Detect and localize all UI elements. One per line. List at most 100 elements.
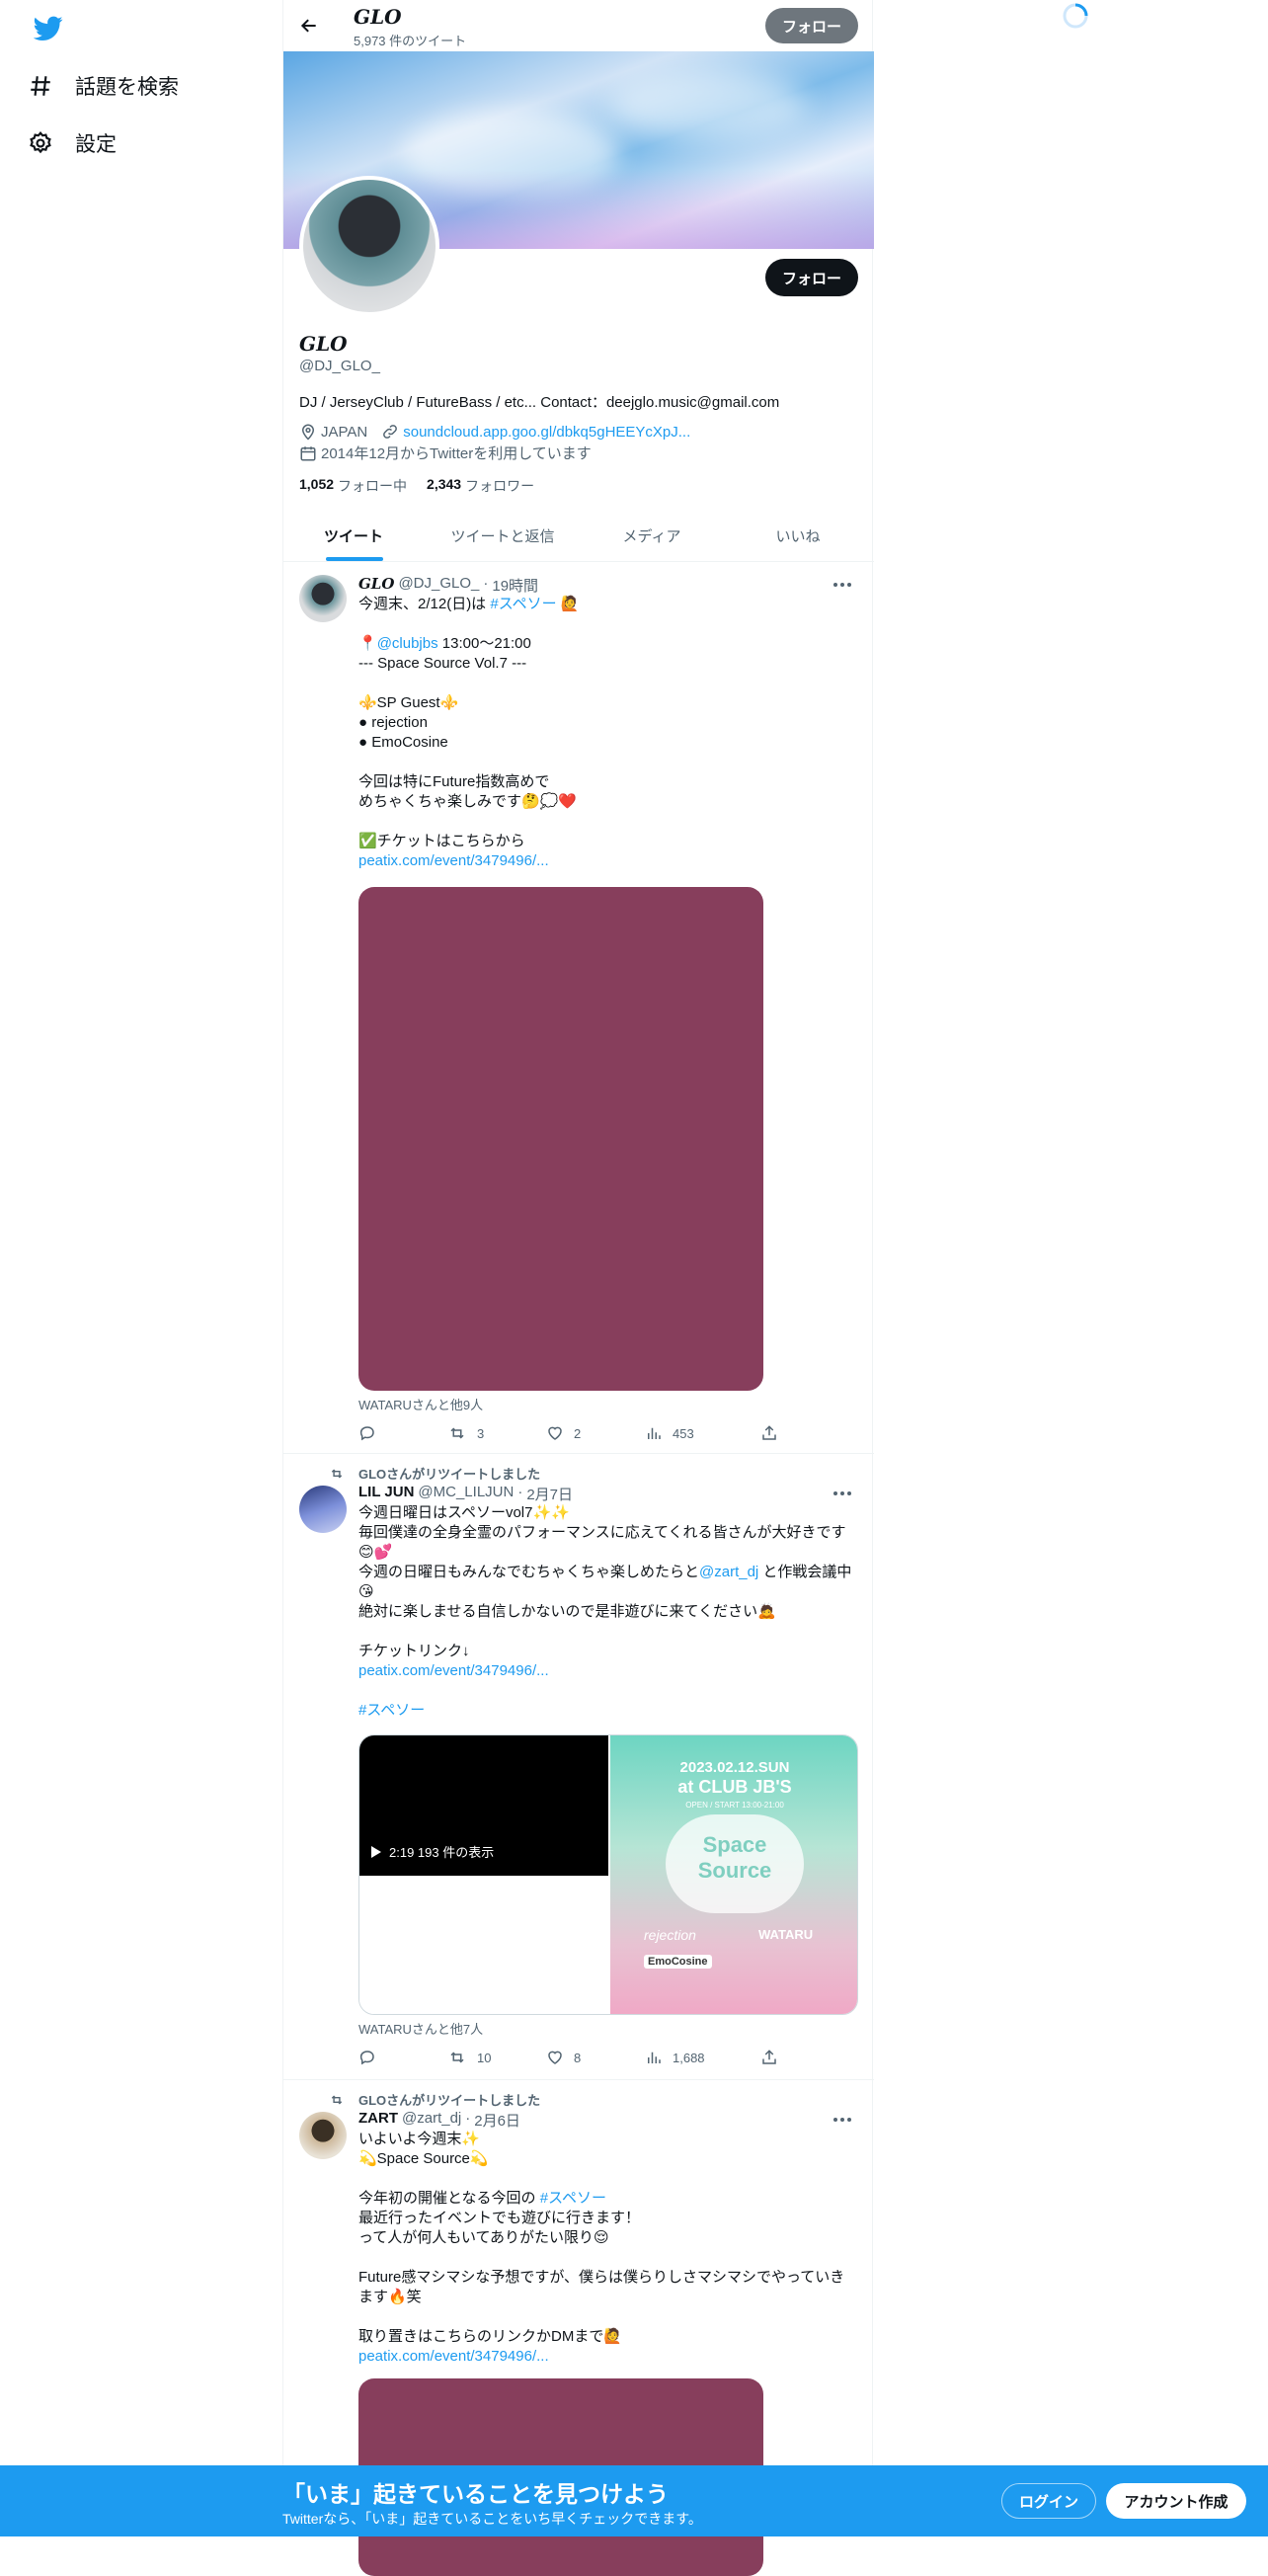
retweet-context: GLOさんがリツイートしました bbox=[329, 2090, 540, 2109]
profile-stats: 1,052 フォロー中 2,343 フォロワー bbox=[299, 476, 534, 496]
video-thumbnail[interactable]: 2:19 193 件の表示 bbox=[359, 1735, 608, 1876]
tweet-body: いよいよ今週末✨ 💫Space Source💫 今年初の開催となる今回の #スペ… bbox=[358, 2131, 845, 2365]
gear-icon bbox=[30, 131, 51, 154]
retweeted-by[interactable]: GLOさんがリツイートしました bbox=[358, 1464, 540, 1483]
views-button[interactable]: 1,688 bbox=[645, 2049, 705, 2066]
video-label: 2:19 193 件の表示 bbox=[389, 1845, 495, 1860]
tab-tweets[interactable]: ツイート bbox=[283, 510, 424, 561]
profile-meta-row: JAPAN soundcloud.app.goo.gl/dbkq5gHEEYcX… bbox=[299, 423, 690, 441]
poster-guest-emocosine: EmoCosine bbox=[644, 1955, 712, 1969]
poster-guest-wataru: WATARU bbox=[758, 1927, 814, 1942]
tweet-author-name[interactable]: ZART bbox=[358, 2110, 398, 2131]
header-tweet-count: 5,973 件のツイート bbox=[354, 34, 467, 48]
profile-handle: @DJ_GLO_ bbox=[299, 358, 380, 374]
tweet-author-name[interactable]: GLO bbox=[358, 575, 394, 596]
tweet-link[interactable]: peatix.com/event/3479496/... bbox=[358, 2348, 549, 2365]
reply-icon bbox=[359, 1426, 374, 1441]
reply-button[interactable] bbox=[358, 2049, 386, 2066]
retweet-context: GLOさんがリツイートしました bbox=[329, 1464, 540, 1483]
tweet-header: GLO @DJ_GLO_ · 19時間 bbox=[358, 575, 539, 596]
poster-guest-rejection: rejection bbox=[644, 1927, 696, 1943]
back-arrow-icon[interactable] bbox=[299, 16, 319, 36]
share-icon[interactable] bbox=[760, 1424, 778, 1442]
tweet-link[interactable]: peatix.com/event/3479496/... bbox=[358, 1662, 549, 1679]
location-icon bbox=[301, 424, 315, 441]
tweet-link[interactable]: peatix.com/event/3479496/... bbox=[358, 852, 549, 869]
profile-link[interactable]: soundcloud.app.goo.gl/dbkq5gHEEYcXpJ... bbox=[403, 424, 690, 441]
header-follow-button[interactable]: フォロー bbox=[765, 8, 858, 43]
tweet-time[interactable]: 19時間 bbox=[492, 575, 538, 596]
share-icon[interactable] bbox=[760, 2049, 778, 2066]
like-button[interactable]: 2 bbox=[546, 1424, 581, 1442]
hashtag-link[interactable]: #スペソー bbox=[490, 596, 556, 612]
hashtag-link[interactable]: #スペソー bbox=[358, 1702, 425, 1719]
tweet-time[interactable]: 2月6日 bbox=[474, 2110, 520, 2131]
retweet-icon bbox=[450, 2052, 464, 2063]
avatar[interactable] bbox=[299, 2112, 347, 2159]
calendar-icon bbox=[300, 445, 316, 460]
tweet-media[interactable] bbox=[358, 887, 763, 1391]
avatar[interactable] bbox=[299, 575, 347, 622]
analytics-icon bbox=[648, 1427, 661, 1439]
video-overlay: 2:19 193 件の表示 bbox=[371, 1842, 494, 1861]
retweeted-by[interactable]: GLOさんがリツイートしました bbox=[358, 2090, 540, 2109]
profile-location: JAPAN bbox=[321, 423, 368, 441]
retweet-count: 3 bbox=[477, 1425, 485, 1441]
link-icon bbox=[383, 425, 398, 439]
nav-settings[interactable]: 設定 bbox=[28, 128, 117, 158]
tagged-users[interactable]: WATARUさんと他7人 bbox=[358, 2019, 483, 2038]
tweet-author-handle[interactable]: @DJ_GLO_ bbox=[398, 575, 479, 596]
profile-name: GLO bbox=[299, 332, 348, 356]
signup-subtext: Twitterなら、「いま」起きていることをいち早くチェックできます。 bbox=[282, 2511, 702, 2527]
tweet-author-name[interactable]: LIL JUN bbox=[358, 1484, 414, 1504]
main-column: GLO 5,973 件のツイート フォロー フォロー GLO @DJ_GLO_ … bbox=[282, 0, 874, 2576]
profile-bio: DJ / JerseyClub / FutureBass / etc... Co… bbox=[299, 394, 780, 411]
login-button[interactable]: ログイン bbox=[1001, 2483, 1096, 2519]
retweet-button[interactable]: 10 bbox=[447, 2049, 491, 2066]
profile-avatar[interactable] bbox=[299, 176, 439, 316]
tagged-users[interactable]: WATARUさんと他9人 bbox=[358, 1395, 483, 1413]
like-count: 2 bbox=[574, 1425, 582, 1441]
retweet-icon bbox=[331, 2095, 343, 2104]
tweet-time[interactable]: 2月7日 bbox=[526, 1484, 573, 1504]
hashtag-link[interactable]: #スペソー bbox=[540, 2190, 606, 2207]
more-options-icon[interactable] bbox=[832, 1489, 852, 1497]
active-tab-indicator bbox=[326, 557, 383, 561]
followers-label[interactable]: フォロワー bbox=[465, 476, 534, 496]
mention-link[interactable]: @clubjbs bbox=[377, 635, 438, 652]
play-icon bbox=[371, 1845, 381, 1858]
analytics-icon bbox=[648, 2052, 661, 2063]
tweet[interactable]: GLO @DJ_GLO_ · 19時間 今週末、2/12(日)は #スペソー 🙋… bbox=[283, 563, 874, 1454]
signup-button[interactable]: アカウント作成 bbox=[1106, 2483, 1246, 2519]
avatar[interactable] bbox=[299, 1486, 347, 1533]
nav-explore[interactable]: 話題を検索 bbox=[28, 71, 179, 101]
more-options-icon[interactable] bbox=[832, 581, 852, 589]
like-button[interactable]: 8 bbox=[546, 2049, 581, 2066]
event-poster-image[interactable]: 2023.02.12.SUN at CLUB JB'S OPEN / START… bbox=[610, 1735, 857, 2014]
twitter-logo-icon[interactable] bbox=[34, 16, 63, 41]
left-nav: 話題を検索 設定 bbox=[0, 0, 282, 2536]
tab-media[interactable]: メディア bbox=[582, 510, 722, 561]
mention-link[interactable]: @zart_dj bbox=[699, 1564, 758, 1580]
nav-explore-label: 話題を検索 bbox=[75, 76, 179, 99]
poster-open: OPEN / START 13:00-21:00 bbox=[685, 1801, 784, 1810]
header-name: GLO bbox=[354, 5, 402, 29]
tweet-author-handle[interactable]: @zart_dj bbox=[402, 2110, 461, 2131]
retweet-button[interactable]: 3 bbox=[447, 1424, 484, 1442]
views-button[interactable]: 453 bbox=[645, 1424, 694, 1442]
followers-count[interactable]: 2,343 bbox=[427, 476, 461, 496]
profile-joined-row: 2014年12月からTwitterを利用しています bbox=[299, 443, 592, 463]
tab-likes[interactable]: いいね bbox=[722, 510, 874, 561]
tweet-header: LIL JUN @MC_LILJUN · 2月7日 bbox=[358, 1484, 574, 1504]
reply-button[interactable] bbox=[358, 1424, 386, 1442]
more-options-icon[interactable] bbox=[832, 2116, 852, 2124]
profile-joined: 2014年12月からTwitterを利用しています bbox=[321, 445, 592, 462]
tab-tweets-replies[interactable]: ツイートと返信 bbox=[424, 510, 582, 561]
tweet[interactable]: GLOさんがリツイートしました LIL JUN @MC_LILJUN · 2月7… bbox=[283, 1454, 874, 2080]
profile-follow-button[interactable]: フォロー bbox=[765, 259, 858, 296]
nav-settings-label: 設定 bbox=[75, 133, 117, 156]
heart-icon bbox=[548, 1426, 562, 1440]
tweet-author-handle[interactable]: @MC_LILJUN bbox=[418, 1484, 514, 1504]
following-label[interactable]: フォロー中 bbox=[338, 476, 407, 496]
following-count[interactable]: 1,052 bbox=[299, 476, 334, 496]
